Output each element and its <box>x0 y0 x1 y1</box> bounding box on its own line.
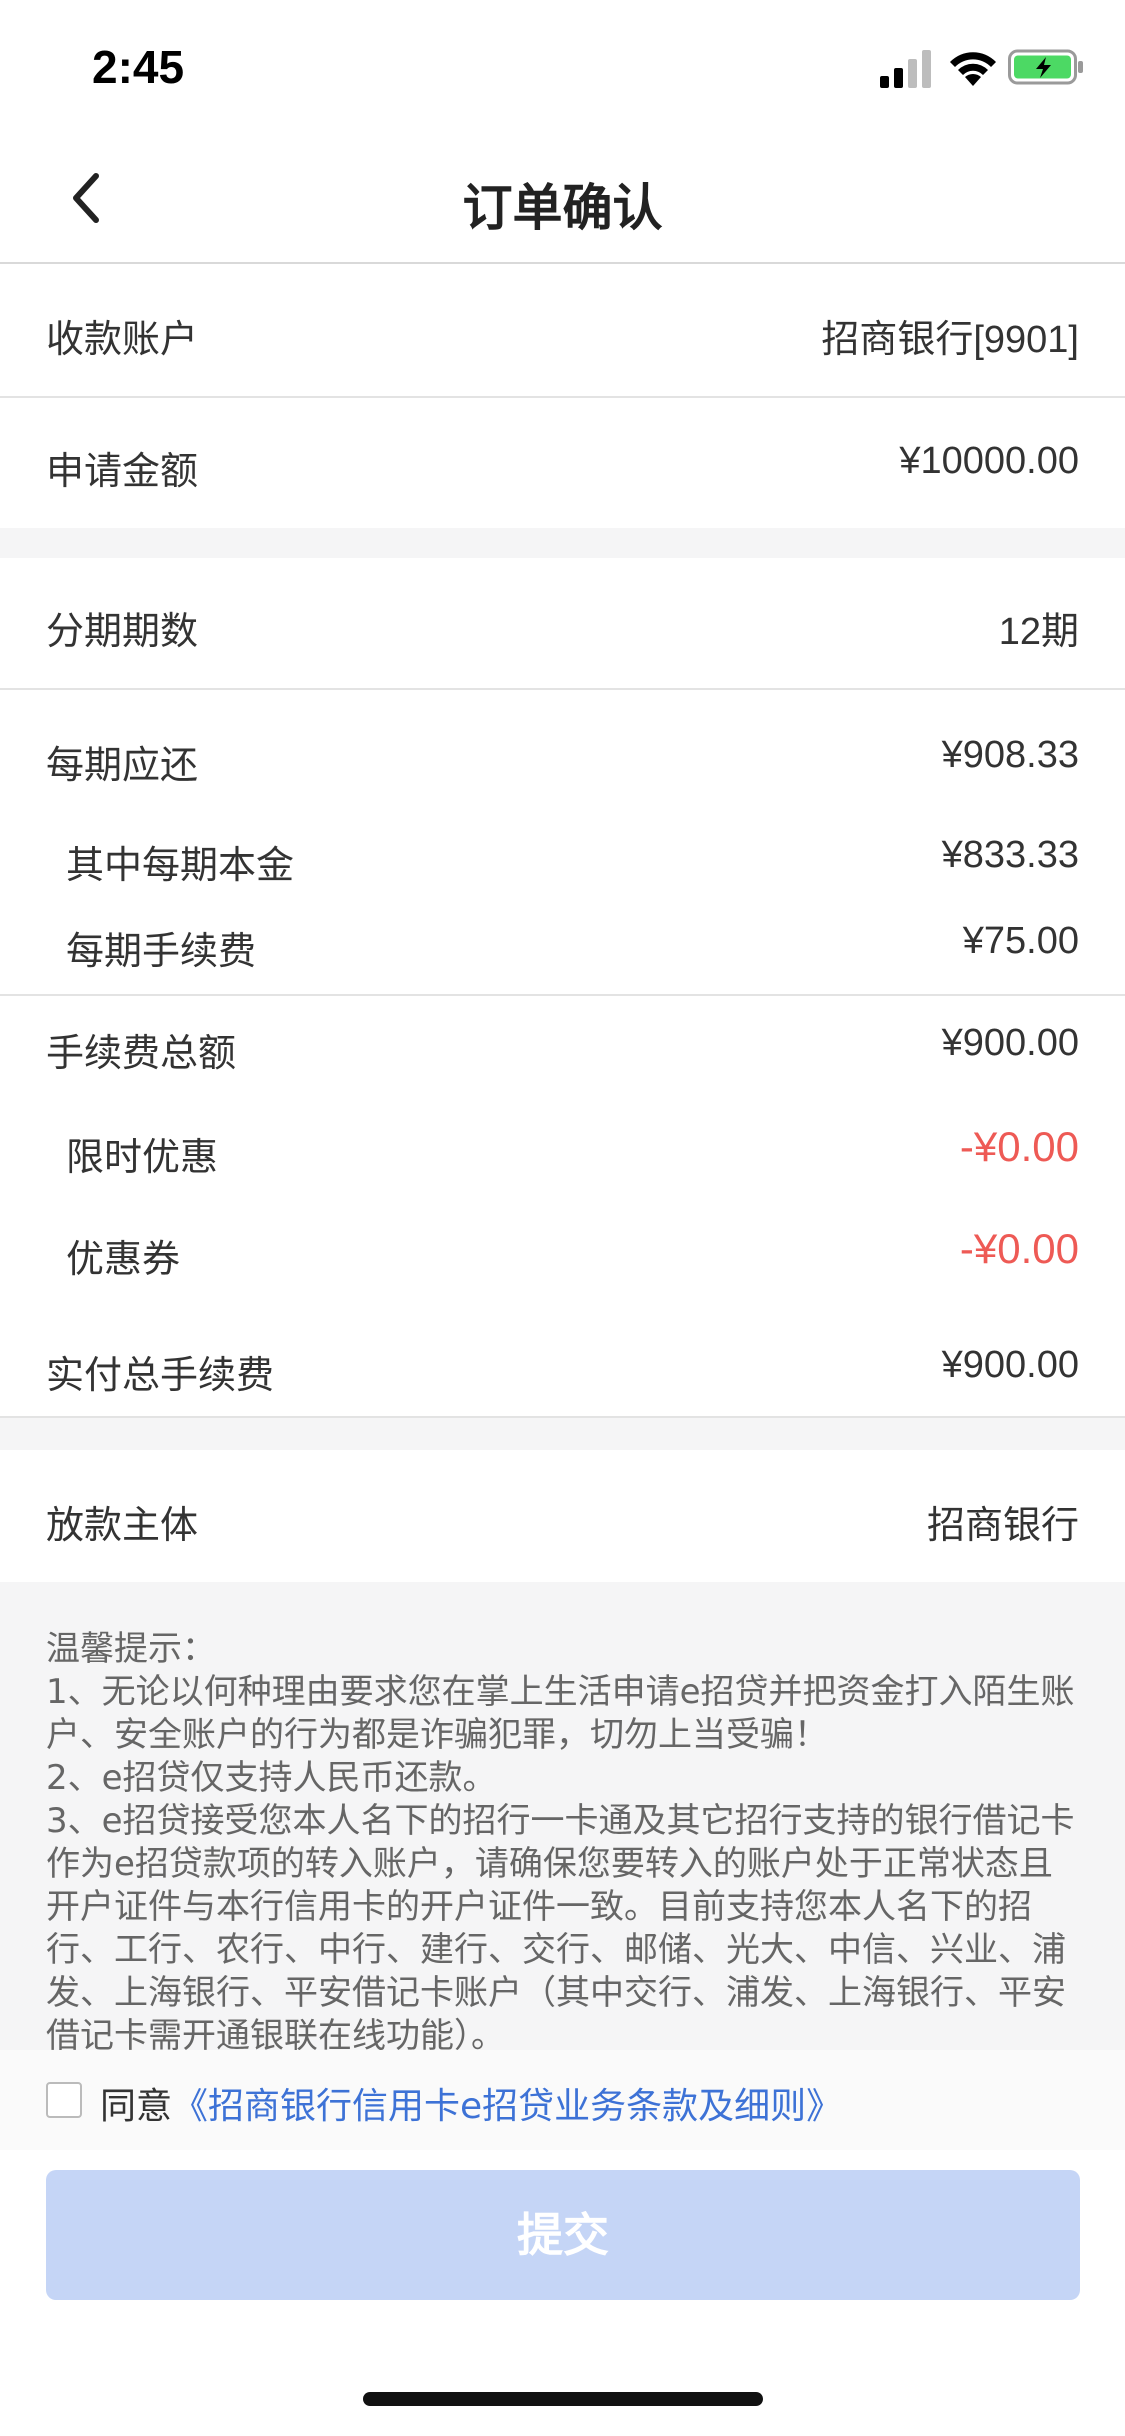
per-period-label: 每期应还 <box>46 743 199 787</box>
submit-button[interactable]: 提交 <box>46 2170 1080 2300</box>
fee-per-period-label: 每期手续费 <box>66 929 257 973</box>
fee-total-value: ¥900.00 <box>941 1022 1079 1064</box>
section-gap <box>0 1418 1125 1450</box>
actual-fee-value: ¥900.00 <box>941 1344 1079 1386</box>
agreement-text: 同意《招商银行信用卡e招贷业务条款及细则》 <box>100 2077 842 2129</box>
principal-label: 其中每期本金 <box>66 843 295 887</box>
wifi-icon <box>950 52 996 86</box>
fee-per-period-value: ¥75.00 <box>962 920 1079 962</box>
agreement-link[interactable]: 《招商银行信用卡e招贷业务条款及细则》 <box>172 2086 842 2127</box>
notice-panel[interactable]: 温馨提示： 1、无论以何种理由要求您在掌上生活申请e招贷并把资金打入陌生账户、安… <box>0 1582 1125 2050</box>
agreement-checkbox[interactable] <box>46 2082 82 2118</box>
section-gap <box>0 528 1125 558</box>
amount-label: 申请金额 <box>46 449 199 493</box>
row-lender: 放款主体 招商银行 <box>0 1450 1125 1582</box>
account-value: 招商银行[9901] <box>821 319 1079 361</box>
row-amount: 申请金额 ¥10000.00 <box>0 398 1125 528</box>
nav-bar: 订单确认 <box>0 132 1125 264</box>
coupon-value: -¥0.00 <box>959 1225 1079 1272</box>
agreement-prefix: 同意 <box>100 2086 173 2127</box>
coupon-label: 优惠券 <box>66 1237 181 1281</box>
signal-icon <box>880 50 931 88</box>
notice-text: 温馨提示： 1、无论以何种理由要求您在掌上生活申请e招贷并把资金打入陌生账户、安… <box>46 1629 1075 2050</box>
status-time: 2:45 <box>92 41 185 93</box>
home-indicator[interactable] <box>363 2392 763 2406</box>
fee-total-label: 手续费总额 <box>46 1031 237 1075</box>
periods-label: 分期期数 <box>46 609 199 653</box>
limited-discount-label: 限时优惠 <box>66 1135 219 1179</box>
row-account: 收款账户 招商银行[9901] <box>0 266 1125 396</box>
status-bar: 2:45 <box>0 0 1125 132</box>
periods-value: 12期 <box>998 611 1079 653</box>
page-title: 订单确认 <box>462 179 663 237</box>
lender-value: 招商银行 <box>926 1505 1079 1547</box>
agreement-row: 同意《招商银行信用卡e招贷业务条款及细则》 <box>0 2050 1125 2150</box>
per-period-value: ¥908.33 <box>941 734 1079 776</box>
row-fee-total: 手续费总额 ¥900.00 限时优惠 -¥0.00 优惠券 -¥0.00 实付总… <box>0 996 1125 1416</box>
lender-label: 放款主体 <box>46 1503 199 1547</box>
battery-charging-icon <box>1008 49 1083 85</box>
principal-value: ¥833.33 <box>941 834 1079 876</box>
row-per-period: 每期应还 ¥908.33 其中每期本金 ¥833.33 每期手续费 ¥75.00 <box>0 690 1125 994</box>
limited-discount-value: -¥0.00 <box>959 1123 1079 1170</box>
amount-value: ¥10000.00 <box>899 440 1079 482</box>
row-periods: 分期期数 12期 <box>0 558 1125 688</box>
actual-fee-label: 实付总手续费 <box>46 1353 275 1397</box>
account-label: 收款账户 <box>46 317 199 361</box>
